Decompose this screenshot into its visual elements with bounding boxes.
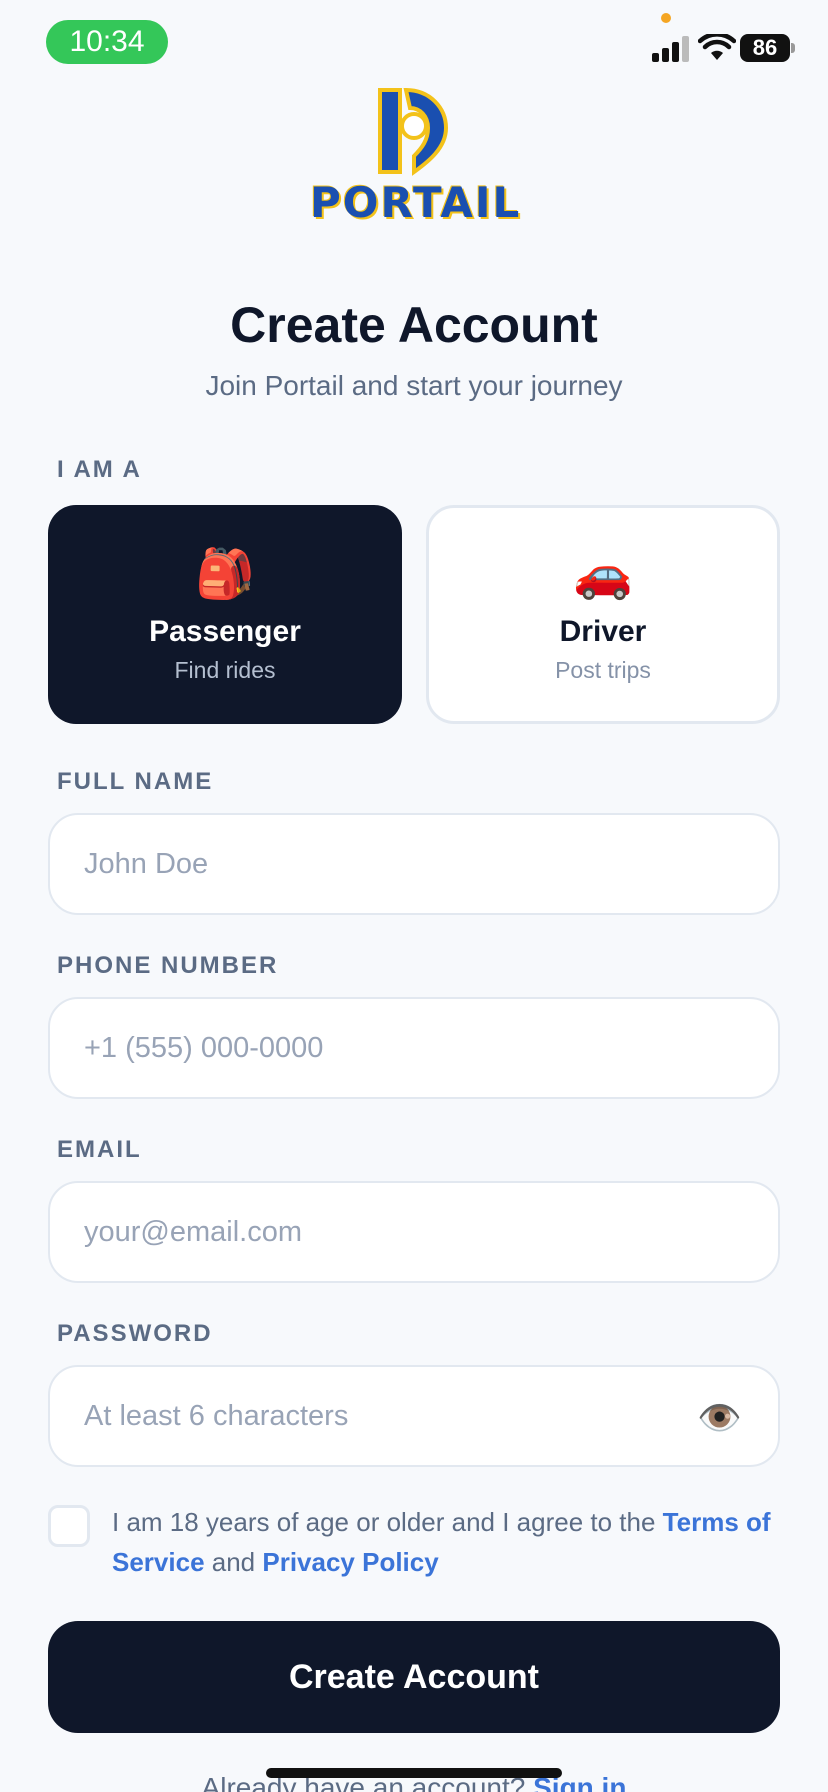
role-label: I AM A xyxy=(57,456,142,483)
logo-wordmark: PORTAIL xyxy=(310,178,522,227)
wifi-icon xyxy=(698,34,736,60)
password-label: PASSWORD xyxy=(57,1320,213,1347)
full-name-input[interactable] xyxy=(50,815,778,913)
terms-text-before: I am 18 years of age or older and I agre… xyxy=(112,1507,663,1537)
cellular-signal-icon xyxy=(652,36,690,62)
role-option-passenger[interactable]: 🎒 Passenger Find rides xyxy=(48,505,402,724)
page-subtitle: Join Portail and start your journey xyxy=(205,370,623,401)
page-title: Create Account xyxy=(230,297,598,353)
age-terms-checkbox[interactable] xyxy=(48,1505,90,1547)
phone-label: PHONE NUMBER xyxy=(57,952,279,979)
backpack-icon: 🎒 xyxy=(195,548,255,601)
portail-logo: PORTAIL xyxy=(310,86,522,232)
battery-cap xyxy=(791,43,795,53)
email-label: EMAIL xyxy=(57,1136,142,1163)
email-input[interactable] xyxy=(50,1183,778,1281)
full-name-field-container xyxy=(48,813,780,915)
terms-text: I am 18 years of age or older and I agre… xyxy=(112,1502,780,1582)
email-field-container xyxy=(48,1181,780,1283)
role-title: Driver xyxy=(559,615,647,648)
role-title: Passenger xyxy=(149,615,301,648)
home-indicator xyxy=(266,1768,562,1778)
create-account-button[interactable]: Create Account xyxy=(48,1621,780,1733)
privacy-indicator-dot xyxy=(661,13,671,23)
phone-input[interactable] xyxy=(50,999,778,1097)
battery-icon: 86 xyxy=(740,34,790,62)
phone-field-container xyxy=(48,997,780,1099)
role-subtitle: Post trips xyxy=(555,657,651,683)
show-password-eye-icon[interactable]: 👁️ xyxy=(697,1397,742,1439)
password-input[interactable] xyxy=(50,1367,778,1465)
car-icon: 🚗 xyxy=(573,548,633,601)
terms-text-and: and xyxy=(204,1547,263,1577)
full-name-label: FULL NAME xyxy=(57,768,214,795)
password-field-container: 👁️ xyxy=(48,1365,780,1467)
privacy-policy-link[interactable]: Privacy Policy xyxy=(262,1547,438,1577)
location-pin-logo-icon xyxy=(378,87,449,176)
status-time: 10:34 xyxy=(46,20,168,64)
role-option-driver[interactable]: 🚗 Driver Post trips xyxy=(426,505,780,724)
role-subtitle: Find rides xyxy=(174,657,276,683)
